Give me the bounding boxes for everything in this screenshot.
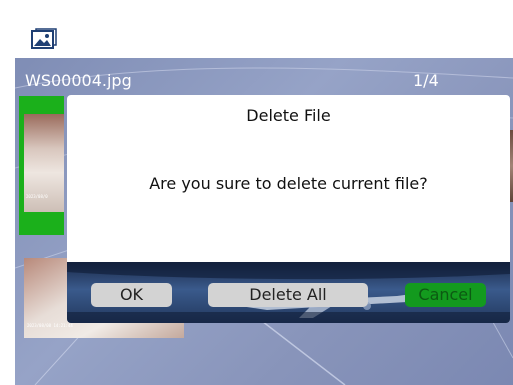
file-name: WS00004.jpg (25, 71, 132, 90)
ok-button[interactable]: OK (91, 283, 172, 307)
top-bar (15, 10, 513, 58)
thumbnail-timestamp: 2023/08/0 (26, 194, 48, 199)
gallery-icon[interactable] (31, 28, 57, 50)
thumbnail-1[interactable]: 2023/08/0 (24, 114, 64, 212)
file-counter: 1/4 (413, 71, 439, 90)
dialog-message: Are you sure to delete current file? (149, 174, 428, 193)
delete-confirm-dialog: Delete File Are you sure to delete curre… (67, 95, 510, 323)
delete-all-button[interactable]: Delete All (208, 283, 368, 307)
thumbnail-timestamp: 2023/08/08 14:21:44 (27, 323, 73, 328)
dialog-title: Delete File (246, 106, 331, 125)
app-window: WS00004.jpg 1/4 2023/08/0 2023/08/08 14:… (15, 10, 513, 385)
dialog-footer: OK Delete All Cancel (67, 262, 510, 323)
cancel-button[interactable]: Cancel (405, 283, 486, 307)
